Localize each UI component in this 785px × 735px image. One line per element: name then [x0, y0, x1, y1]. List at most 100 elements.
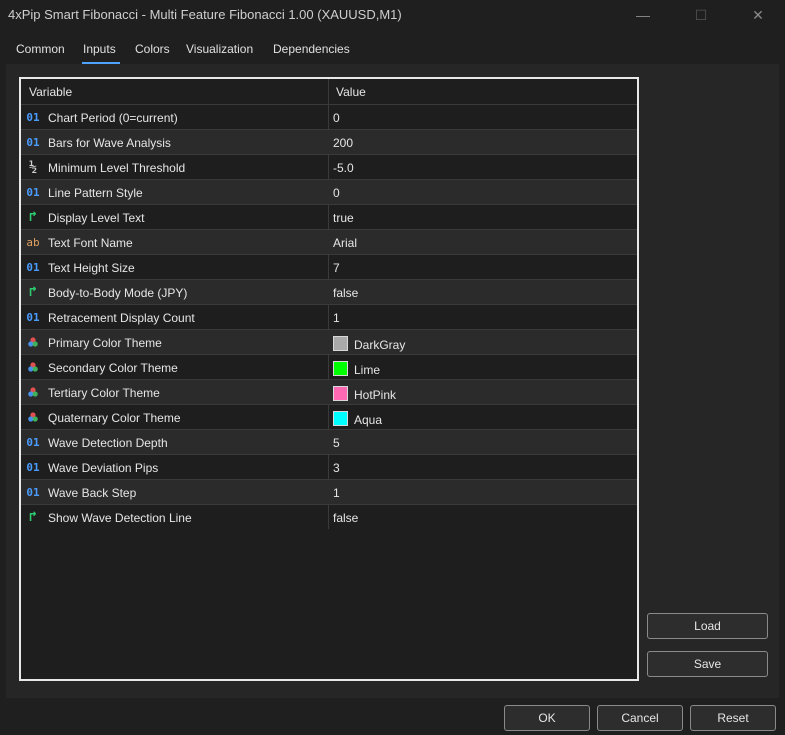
bool-icon: ↱	[28, 209, 38, 225]
value-text: true	[333, 211, 354, 225]
variable-name: Show Wave Detection Line	[48, 511, 192, 525]
color-icon	[26, 384, 40, 400]
value-text: 1	[333, 486, 340, 500]
variable-value[interactable]: false	[333, 286, 358, 300]
table-row[interactable]: 01 Chart Period (0=current) 0	[21, 104, 637, 130]
bool-icon: ↱	[28, 284, 38, 300]
variable-value[interactable]: 5	[333, 436, 340, 450]
value-text: Lime	[354, 363, 381, 377]
variable-name: Wave Deviation Pips	[48, 461, 159, 475]
tab-visualization[interactable]: Visualization	[186, 42, 253, 56]
variable-value[interactable]: 200	[333, 136, 353, 150]
int-icon: 01	[26, 185, 40, 199]
variable-name: Secondary Color Theme	[48, 361, 178, 375]
maximize-icon: ☐	[694, 6, 708, 23]
variable-value[interactable]: false	[333, 511, 358, 525]
close-icon: ✕	[752, 6, 764, 23]
variable-value[interactable]: 3	[333, 461, 340, 475]
value-text: Arial	[333, 236, 358, 250]
tab-bar: Common Inputs Colors Visualization Depen…	[8, 36, 778, 64]
table-row[interactable]: Tertiary Color Theme HotPink	[21, 379, 637, 405]
column-header-value[interactable]: Value	[336, 85, 366, 99]
value-text: 1	[333, 311, 340, 325]
table-row[interactable]: 01 Text Height Size 7	[21, 254, 637, 280]
close-button[interactable]: ✕	[735, 0, 781, 30]
table-row[interactable]: 01 Bars for Wave Analysis 200	[21, 129, 637, 155]
table-row[interactable]: ½ Minimum Level Threshold -5.0	[21, 154, 637, 180]
color-icon	[26, 359, 40, 375]
table-row[interactable]: Primary Color Theme DarkGray	[21, 329, 637, 355]
color-swatch[interactable]	[333, 386, 348, 401]
variable-name: Text Font Name	[48, 236, 133, 250]
load-button[interactable]: Load	[647, 613, 768, 639]
variable-name: Minimum Level Threshold	[48, 161, 186, 175]
int-icon: 01	[26, 110, 40, 124]
table-row[interactable]: ↱ Show Wave Detection Line false	[21, 504, 637, 530]
maximize-button[interactable]: ☐	[678, 0, 724, 30]
value-text: DarkGray	[354, 338, 406, 352]
table-row[interactable]: 01 Retracement Display Count 1	[21, 304, 637, 330]
variable-name: Chart Period (0=current)	[48, 111, 178, 125]
variable-value[interactable]: Aqua	[333, 411, 382, 427]
string-icon: ab	[26, 235, 40, 249]
variable-value[interactable]: 7	[333, 261, 340, 275]
column-header-variable[interactable]: Variable	[29, 85, 72, 99]
bool-icon: ↱	[28, 509, 38, 525]
int-icon: 01	[26, 310, 40, 324]
cancel-button[interactable]: Cancel	[597, 705, 683, 731]
variable-name: Wave Back Step	[48, 486, 137, 500]
variable-name: Wave Detection Depth	[48, 436, 168, 450]
variable-name: Retracement Display Count	[48, 311, 195, 325]
double-icon: ½	[29, 159, 37, 175]
variable-value[interactable]: 0	[333, 111, 340, 125]
minimize-button[interactable]: —	[620, 0, 666, 30]
variable-name: Line Pattern Style	[48, 186, 143, 200]
variable-name: Bars for Wave Analysis	[48, 136, 171, 150]
color-swatch[interactable]	[333, 361, 348, 376]
table-row[interactable]: 01 Wave Deviation Pips 3	[21, 454, 637, 480]
table-row[interactable]: ↱ Display Level Text true	[21, 204, 637, 230]
color-swatch[interactable]	[333, 336, 348, 351]
variable-value[interactable]: -5.0	[333, 161, 354, 175]
value-text: -5.0	[333, 161, 354, 175]
tab-common[interactable]: Common	[16, 42, 65, 56]
tab-dependencies[interactable]: Dependencies	[273, 42, 350, 56]
value-text: 0	[333, 111, 340, 125]
table-row[interactable]: Secondary Color Theme Lime	[21, 354, 637, 380]
color-swatch[interactable]	[333, 411, 348, 426]
table-row[interactable]: ↱ Body-to-Body Mode (JPY) false	[21, 279, 637, 305]
variable-value[interactable]: DarkGray	[333, 336, 405, 352]
value-text: Aqua	[354, 413, 383, 427]
inputs-grid[interactable]: Variable Value 01 Chart Period (0=current…	[19, 77, 639, 681]
variable-value[interactable]: 1	[333, 486, 340, 500]
tab-colors[interactable]: Colors	[135, 42, 170, 56]
save-button[interactable]: Save	[647, 651, 768, 677]
reset-button[interactable]: Reset	[690, 705, 776, 731]
variable-name: Primary Color Theme	[48, 336, 162, 350]
table-row[interactable]: 01 Line Pattern Style 0	[21, 179, 637, 205]
variable-value[interactable]: 1	[333, 311, 340, 325]
variable-name: Text Height Size	[48, 261, 135, 275]
ok-button[interactable]: OK	[504, 705, 590, 731]
title-bar: 4xPip Smart Fibonacci - Multi Feature Fi…	[0, 0, 785, 30]
variable-value[interactable]: Arial	[333, 236, 357, 250]
tab-inputs[interactable]: Inputs	[83, 42, 116, 56]
int-icon: 01	[26, 485, 40, 499]
variable-name: Quaternary Color Theme	[48, 411, 181, 425]
variable-value[interactable]: HotPink	[333, 386, 396, 402]
table-row[interactable]: 01 Wave Detection Depth 5	[21, 429, 637, 455]
variable-name: Body-to-Body Mode (JPY)	[48, 286, 188, 300]
value-text: 7	[333, 261, 340, 275]
variable-value[interactable]: 0	[333, 186, 340, 200]
table-row[interactable]: ab Text Font Name Arial	[21, 229, 637, 255]
table-row[interactable]: Quaternary Color Theme Aqua	[21, 404, 637, 430]
value-text: 3	[333, 461, 340, 475]
variable-value[interactable]: Lime	[333, 361, 380, 377]
table-row[interactable]: 01 Wave Back Step 1	[21, 479, 637, 505]
value-text: 200	[333, 136, 354, 150]
int-icon: 01	[26, 435, 40, 449]
grid-header: Variable Value	[21, 79, 637, 104]
variable-value[interactable]: true	[333, 211, 354, 225]
color-icon	[26, 409, 40, 425]
window-title: 4xPip Smart Fibonacci - Multi Feature Fi…	[8, 7, 402, 22]
